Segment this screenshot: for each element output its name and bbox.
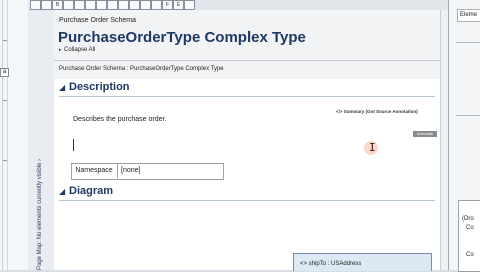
toolbar-button[interactable] [107,0,118,10]
toolbar-button[interactable] [140,0,151,10]
page-title: PurchaseOrderType Complex Type [58,29,306,46]
toolbar-button[interactable] [96,0,107,10]
right-panel-text: Co [466,252,474,258]
summary-source-links[interactable]: </> Summary (Got Source Annotation) [336,109,418,114]
ibeam-cursor-icon: I [369,141,376,154]
collapse-arrow-icon: ▸ [59,47,62,53]
right-panel-box [458,200,480,272]
toolbar-button[interactable]: E [173,0,184,10]
collapse-triangle-icon[interactable]: ◢ [59,83,65,92]
right-panel-divider [456,115,480,116]
right-panel-divider [456,42,480,43]
description-text: Describes the purchase order. [73,116,167,123]
collapse-all-link[interactable]: Collapse All [64,47,95,53]
toolbar-button[interactable] [41,0,52,10]
toolbar-button[interactable]: F [162,0,173,10]
section-divider [59,200,435,201]
namespace-label: Namespace [71,163,118,178]
collapse-triangle-icon[interactable]: ◢ [59,187,65,196]
page-map-label: Page Map: No elements currently visible … [37,158,43,270]
toolbar-button[interactable] [151,0,162,10]
tree-connector [3,160,7,161]
namespace-value: [none] [121,167,141,174]
header-divider [54,60,440,61]
right-panel-text: Co [466,225,474,231]
toolbar-button[interactable] [74,0,85,10]
toolbar-button[interactable] [118,0,129,10]
diagram-element-label: <> shipTo : USAddress [300,261,362,267]
toolbar-button[interactable] [85,0,96,10]
breadcrumb: Purchase Order Schema : PurchaseOrderTyp… [59,66,224,72]
tree-connector [3,40,7,41]
tree-expander[interactable]: a [0,68,9,77]
right-panel-text: (Dro [462,216,474,222]
diagram-heading[interactable]: Diagram [69,185,113,197]
text-caret [73,139,74,151]
section-divider [59,96,435,97]
schema-label: Purchase Order Schema [59,17,137,24]
tree-connector [3,100,7,101]
right-panel-header[interactable]: Eleme [457,9,480,22]
annotate-tag[interactable]: Annotate [413,131,437,137]
toolbar-button[interactable] [63,0,74,10]
toolbar-button[interactable]: B [52,0,63,10]
toolbar-button[interactable] [184,0,195,10]
description-heading[interactable]: Description [69,81,130,93]
toolbar-button[interactable] [129,0,140,10]
tree-guide-line [7,0,8,270]
toolbar-button[interactable] [30,0,41,10]
